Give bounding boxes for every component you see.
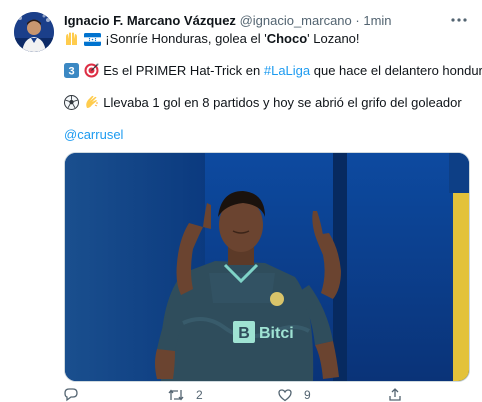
keycap-digit: 3 — [68, 66, 74, 78]
tweet-text-segment: que hace el delantero hondureño — [313, 63, 482, 78]
tweet-line-1: ¡Sonríe Honduras, golea el 'Choco' Lozan… — [64, 30, 470, 51]
avatar-image — [14, 12, 54, 52]
tweet-text-segment: ¡Sonríe Honduras, golea el ' — [105, 31, 267, 46]
avatar[interactable] — [14, 12, 54, 52]
tweet-line-3: Llevaba 1 gol en 8 partidos y hoy se abr… — [64, 94, 470, 115]
soccer-ball-icon — [64, 95, 79, 115]
svg-text:Bitci: Bitci — [259, 325, 294, 342]
direct-hit-target-icon — [84, 63, 99, 83]
author-handle[interactable]: @ignacio_marcano — [240, 13, 352, 28]
tweet-line-4: @carrusel — [64, 126, 470, 144]
separator-dot: · — [355, 13, 360, 28]
tweet-line-2: 3 Es el PRIMER Hat-Trick en #LaLiga que … — [64, 62, 482, 83]
tweet[interactable]: Ignacio F. Marcano Vázquez @ignacio_marc… — [0, 0, 482, 402]
svg-text:B: B — [238, 325, 250, 342]
more-options-button[interactable] — [448, 8, 470, 26]
tweet-header: Ignacio F. Marcano Vázquez @ignacio_marc… — [64, 12, 452, 30]
tweet-text-segment: Llevaba 1 gol en 8 partidos y hoy se abr… — [103, 95, 462, 110]
more-horizontal-icon — [451, 18, 467, 22]
honduras-flag-icon — [83, 33, 101, 51]
tweet-text-segment: ' Lozano! — [307, 31, 360, 46]
nickname-text: Choco — [266, 31, 308, 46]
player-celebration-image: B Bitci — [65, 153, 469, 381]
clapping-hands-icon — [84, 95, 99, 115]
tweet-photo[interactable]: B Bitci — [64, 152, 470, 382]
raised-hands-icon — [64, 31, 79, 51]
hashtag-link[interactable]: #LaLiga — [264, 63, 310, 78]
timestamp[interactable]: 1min — [363, 13, 391, 28]
tweet-text-segment: Es el PRIMER Hat-Trick en — [103, 63, 264, 78]
sponsor-logo: B Bitci — [233, 321, 294, 343]
keycap-three-icon: 3 — [64, 63, 79, 83]
author-name[interactable]: Ignacio F. Marcano Vázquez — [64, 13, 236, 28]
mention-link[interactable]: @carrusel — [64, 127, 123, 142]
